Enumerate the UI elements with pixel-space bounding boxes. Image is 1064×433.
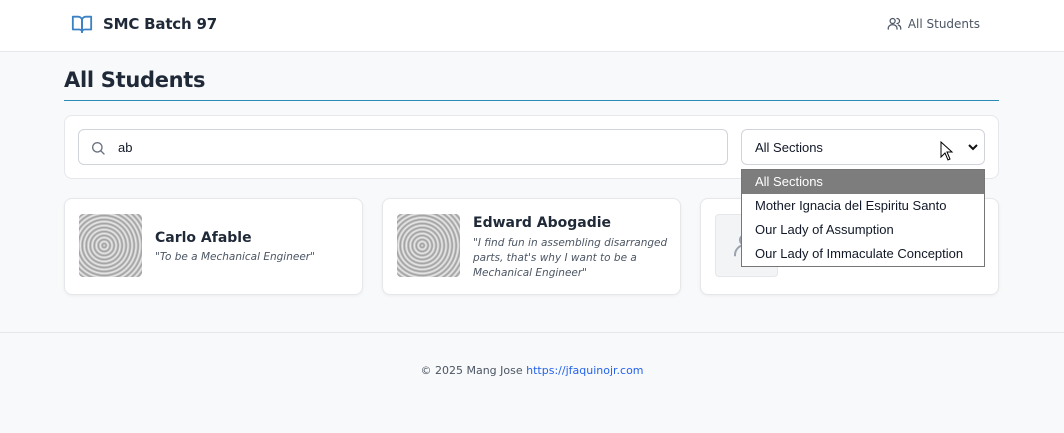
open-book-icon bbox=[71, 15, 93, 34]
search-box[interactable] bbox=[78, 129, 728, 165]
section-dropdown-list: All Sections Mother Ignacia del Espiritu… bbox=[741, 169, 985, 267]
student-quote: "I find fun in assembling disarranged pa… bbox=[473, 237, 668, 279]
student-name: Carlo Afable bbox=[155, 230, 252, 246]
student-quote: "To be a Mechanical Engineer" bbox=[155, 251, 315, 263]
mouse-cursor-icon bbox=[940, 141, 954, 161]
student-photo bbox=[397, 214, 460, 277]
nav-link-all-students[interactable]: All Students bbox=[887, 16, 980, 31]
search-icon bbox=[92, 142, 105, 155]
section-option[interactable]: Our Lady of Assumption bbox=[742, 218, 984, 242]
footer-divider bbox=[0, 332, 1064, 333]
section-option[interactable]: Mother Ignacia del Espiritu Santo bbox=[742, 194, 984, 218]
chevron-down-icon bbox=[968, 144, 978, 151]
section-option[interactable]: Our Lady of Immaculate Conception bbox=[742, 242, 984, 266]
section-select-value: All Sections bbox=[755, 140, 823, 155]
brand-title: SMC Batch 97 bbox=[103, 15, 217, 33]
navbar: SMC Batch 97 All Students bbox=[0, 0, 1064, 52]
student-name: Edward Abogadie bbox=[473, 215, 612, 231]
brand[interactable]: SMC Batch 97 bbox=[71, 13, 217, 35]
footer-link[interactable]: https://jfaquinojr.com bbox=[526, 364, 643, 377]
student-card[interactable]: Carlo Afable "To be a Mechanical Enginee… bbox=[64, 198, 363, 295]
student-photo bbox=[79, 214, 142, 277]
footer: © 2025 Mang Jose https://jfaquinojr.com bbox=[0, 364, 1064, 377]
users-icon bbox=[887, 17, 902, 30]
search-input[interactable] bbox=[118, 130, 718, 164]
section-option[interactable]: All Sections bbox=[742, 170, 984, 194]
student-card[interactable]: Edward Abogadie "I find fun in assemblin… bbox=[382, 198, 681, 295]
footer-copyright: © 2025 Mang Jose bbox=[420, 364, 523, 377]
page-title: All Students bbox=[64, 68, 206, 92]
title-divider bbox=[64, 100, 999, 101]
nav-link-label: All Students bbox=[907, 16, 980, 31]
